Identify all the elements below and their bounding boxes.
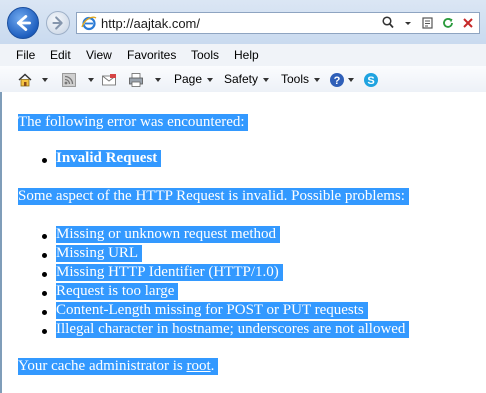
- menu-file[interactable]: File: [16, 48, 35, 62]
- print-dropdown-icon[interactable]: [155, 78, 161, 82]
- page-menu-button[interactable]: Page: [174, 72, 202, 86]
- svg-text:S: S: [367, 75, 374, 87]
- home-dropdown-icon[interactable]: [42, 78, 48, 82]
- list-bullet: [42, 272, 47, 277]
- list-bullet: [42, 291, 47, 296]
- list-bullet: [42, 310, 47, 315]
- problem-item: Missing or unknown request method: [56, 226, 280, 243]
- tools-menu-button[interactable]: Tools: [281, 72, 309, 86]
- help-dropdown-icon[interactable]: [348, 78, 354, 82]
- forward-button[interactable]: [46, 11, 70, 35]
- page-dropdown-icon[interactable]: [207, 78, 213, 82]
- browser-titlebar: http://aajtak.com/: [0, 0, 486, 44]
- menu-favorites[interactable]: Favorites: [127, 48, 176, 62]
- home-icon[interactable]: [17, 72, 33, 88]
- list-bullet: [42, 158, 47, 163]
- page-content: The following error was encountered: Inv…: [0, 92, 486, 393]
- menu-edit[interactable]: Edit: [50, 48, 71, 62]
- ie-logo-icon: [81, 16, 97, 31]
- back-button[interactable]: [7, 7, 39, 39]
- compatibility-view-icon[interactable]: [421, 15, 435, 31]
- menu-tools[interactable]: Tools: [191, 48, 219, 62]
- cache-admin-line: Your cache administrator is root.: [18, 358, 219, 375]
- problem-item: Missing URL: [56, 245, 142, 262]
- address-bar[interactable]: http://aajtak.com/: [76, 12, 480, 34]
- feeds-icon[interactable]: [61, 72, 77, 88]
- error-title: Invalid Request: [56, 150, 162, 167]
- list-bullet: [42, 329, 47, 334]
- error-description: Some aspect of the HTTP Request is inval…: [18, 188, 409, 205]
- skype-icon[interactable]: S: [363, 72, 379, 88]
- safety-dropdown-icon[interactable]: [263, 78, 269, 82]
- command-bar: Page Safety Tools ? S: [0, 66, 486, 93]
- feeds-dropdown-icon[interactable]: [88, 78, 94, 82]
- problem-item: Content-Length missing for POST or PUT r…: [56, 302, 368, 319]
- menu-bar: File Edit View Favorites Tools Help: [0, 44, 486, 67]
- chevron-down-icon[interactable]: [401, 15, 415, 31]
- admin-link[interactable]: root: [186, 358, 210, 374]
- safety-menu-button[interactable]: Safety: [224, 72, 258, 86]
- svg-text:?: ?: [334, 75, 341, 87]
- read-mail-icon[interactable]: [101, 72, 117, 88]
- help-icon[interactable]: ?: [329, 72, 345, 88]
- forward-arrow-icon: [52, 16, 63, 30]
- url-text[interactable]: http://aajtak.com/: [101, 16, 200, 31]
- list-bullet: [42, 234, 47, 239]
- menu-view[interactable]: View: [86, 48, 112, 62]
- stop-icon[interactable]: [461, 15, 475, 31]
- search-icon[interactable]: [381, 15, 395, 31]
- back-arrow-icon: [16, 15, 31, 31]
- menu-help[interactable]: Help: [234, 48, 259, 62]
- error-heading: The following error was encountered:: [18, 114, 249, 131]
- list-bullet: [42, 253, 47, 258]
- problem-item: Request is too large: [56, 283, 179, 300]
- refresh-icon[interactable]: [441, 15, 455, 31]
- print-icon[interactable]: [128, 72, 144, 88]
- problem-item: Missing HTTP Identifier (HTTP/1.0): [56, 264, 283, 281]
- tools-dropdown-icon[interactable]: [314, 78, 320, 82]
- problem-item: Illegal character in hostname; underscor…: [56, 321, 410, 338]
